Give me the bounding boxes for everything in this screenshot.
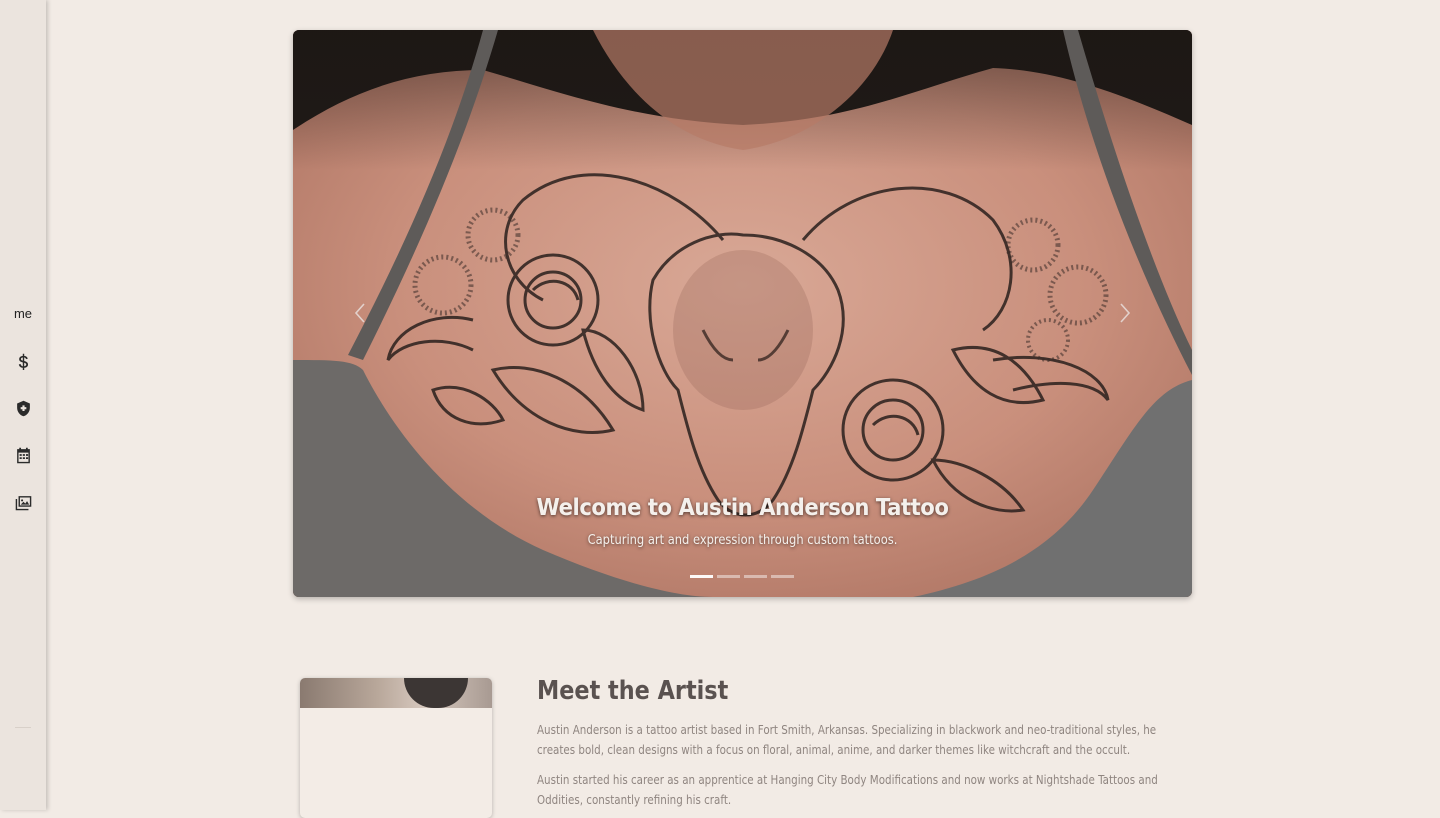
chevron-right-icon	[1120, 303, 1131, 323]
sidebar-item-gallery[interactable]	[0, 487, 46, 517]
artist-bio-paragraph-2: Austin started his career as an apprenti…	[537, 773, 1158, 807]
artist-bio-paragraph-1: Austin Anderson is a tattoo artist based…	[537, 723, 1157, 757]
carousel-next-button[interactable]	[1113, 298, 1137, 328]
artist-photo	[300, 678, 492, 708]
carousel-indicators	[690, 575, 794, 578]
chevron-left-icon	[354, 303, 365, 323]
carousel-indicator-1[interactable]	[690, 575, 713, 578]
artist-photo-figure	[404, 678, 468, 708]
sidebar-item-pricing[interactable]	[0, 346, 46, 376]
hero-carousel: Welcome to Austin Anderson Tattoo Captur…	[293, 30, 1192, 597]
artist-heading: Meet the Artist	[537, 676, 729, 706]
carousel-prev-button[interactable]	[348, 298, 372, 328]
sidebar-item-aftercare[interactable]	[0, 393, 46, 423]
carousel-indicator-4[interactable]	[771, 575, 794, 578]
hero-title: Welcome to Austin Anderson Tattoo	[536, 495, 949, 521]
artist-photo-card	[300, 678, 492, 818]
sidebar-item-booking[interactable]	[0, 440, 46, 470]
sidebar-item-home[interactable]: me	[0, 298, 46, 328]
dollar-icon	[18, 353, 28, 370]
sidebar-divider	[15, 727, 31, 728]
carousel-indicator-2[interactable]	[717, 575, 740, 578]
sidebar-item-home-label: me	[13, 305, 33, 321]
images-icon	[15, 495, 31, 510]
shield-plus-icon	[16, 400, 30, 416]
carousel-indicator-3[interactable]	[744, 575, 767, 578]
hero-subtitle: Capturing art and expression through cus…	[587, 532, 898, 548]
calendar-icon	[16, 447, 30, 463]
sidebar: me	[0, 0, 46, 810]
